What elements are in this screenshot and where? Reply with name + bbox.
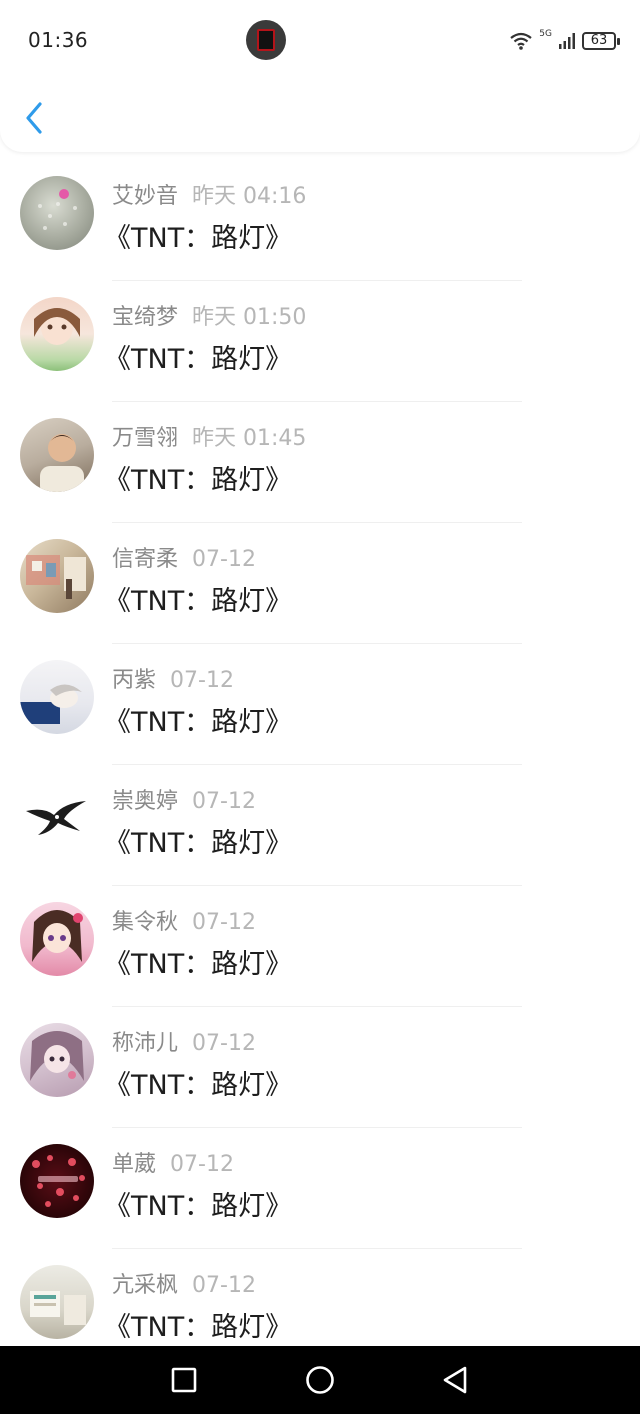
- avatar[interactable]: [20, 660, 94, 734]
- triangle-back-icon: [443, 1366, 467, 1394]
- message-time: 07-12: [192, 910, 256, 935]
- sender-name: 宝绮梦: [112, 305, 179, 330]
- message-title: 《TNT：路灯》: [104, 1070, 293, 1101]
- message-meta: 亢采枫 07-12: [112, 1267, 256, 1299]
- message-meta: 称沛儿 07-12: [112, 1025, 256, 1057]
- list-item[interactable]: 崇奥婷 07-12 《TNT：路灯》: [0, 765, 640, 886]
- message-time: 昨天 01:45: [192, 426, 307, 451]
- message-time: 07-12: [192, 789, 256, 814]
- avatar[interactable]: [20, 539, 94, 613]
- message-meta: 宝绮梦 昨天 01:50: [112, 299, 306, 331]
- message-title: 《TNT：路灯》: [104, 344, 293, 375]
- sender-name: 艾妙音: [112, 184, 179, 209]
- list-item[interactable]: 丙紫 07-12 《TNT：路灯》: [0, 644, 640, 765]
- battery-level: 63: [590, 33, 608, 48]
- camera-cutout: [246, 20, 286, 60]
- wifi-icon: [510, 32, 532, 50]
- message-title: 《TNT：路灯》: [104, 586, 293, 617]
- status-bar: 01:36 5G 63: [0, 0, 640, 80]
- message-meta: 艾妙音 昨天 04:16: [112, 178, 306, 210]
- home-button[interactable]: [300, 1360, 340, 1400]
- sender-name: 万雪翎: [112, 426, 179, 451]
- list-item[interactable]: 宝绮梦 昨天 01:50 《TNT：路灯》: [0, 281, 640, 402]
- swallow-icon: [26, 801, 86, 835]
- message-list: 艾妙音 昨天 04:16 《TNT：路灯》 宝绮梦 昨天 01:50 《TNT：路灯…: [0, 160, 640, 1370]
- avatar[interactable]: [20, 902, 94, 976]
- top-header: 01:36 5G 63: [0, 0, 640, 152]
- message-meta: 崇奥婷 07-12: [112, 783, 256, 815]
- recents-button[interactable]: [164, 1360, 204, 1400]
- sender-name: 称沛儿: [112, 1031, 179, 1056]
- message-meta: 集令秋 07-12: [112, 904, 256, 936]
- list-item[interactable]: 万雪翎 昨天 01:45 《TNT：路灯》: [0, 402, 640, 523]
- sender-name: 亢采枫: [112, 1273, 179, 1298]
- avatar[interactable]: [20, 781, 94, 855]
- chevron-left-icon: [26, 102, 42, 134]
- message-title: 《TNT：路灯》: [104, 465, 293, 496]
- message-title: 《TNT：路灯》: [104, 1312, 293, 1343]
- message-title: 《TNT：路灯》: [104, 828, 293, 859]
- list-item[interactable]: 艾妙音 昨天 04:16 《TNT：路灯》: [0, 160, 640, 281]
- avatar[interactable]: [20, 176, 94, 250]
- message-title: 《TNT：路灯》: [104, 1191, 293, 1222]
- message-time: 07-12: [192, 1273, 256, 1298]
- message-time: 昨天 01:50: [192, 305, 307, 330]
- network-label: 5G: [539, 29, 552, 39]
- message-meta: 丙紫 07-12: [112, 662, 234, 694]
- list-item[interactable]: 集令秋 07-12 《TNT：路灯》: [0, 886, 640, 1007]
- sender-name: 信寄柔: [112, 547, 179, 572]
- message-time: 07-12: [170, 668, 234, 693]
- list-item[interactable]: 单葳 07-12 《TNT：路灯》: [0, 1128, 640, 1249]
- circle-icon: [306, 1366, 334, 1394]
- avatar[interactable]: [20, 1023, 94, 1097]
- message-meta: 万雪翎 昨天 01:45: [112, 420, 306, 452]
- sender-name: 丙紫: [112, 668, 157, 693]
- message-meta: 单葳 07-12: [112, 1146, 234, 1178]
- message-time: 昨天 04:16: [192, 184, 307, 209]
- message-title: 《TNT：路灯》: [104, 949, 293, 980]
- sender-name: 集令秋: [112, 910, 179, 935]
- message-time: 07-12: [192, 1031, 256, 1056]
- back-nav-button[interactable]: [436, 1360, 476, 1400]
- avatar[interactable]: [20, 297, 94, 371]
- status-icons: 5G 63: [509, 28, 620, 54]
- message-time: 07-12: [192, 547, 256, 572]
- sender-name: 单葳: [112, 1152, 157, 1177]
- list-item[interactable]: 信寄柔 07-12 《TNT：路灯》: [0, 523, 640, 644]
- avatar[interactable]: [20, 1265, 94, 1339]
- back-button[interactable]: [20, 100, 50, 136]
- message-meta: 信寄柔 07-12: [112, 541, 256, 573]
- square-icon: [171, 1367, 197, 1393]
- battery-icon: 63: [582, 32, 620, 50]
- message-title: 《TNT：路灯》: [104, 223, 293, 254]
- navigation-bar: [0, 1346, 640, 1414]
- avatar[interactable]: [20, 418, 94, 492]
- message-title: 《TNT：路灯》: [104, 707, 293, 738]
- message-time: 07-12: [170, 1152, 234, 1177]
- list-item[interactable]: 称沛儿 07-12 《TNT：路灯》: [0, 1007, 640, 1128]
- signal-icon: [559, 33, 575, 49]
- status-time: 01:36: [28, 28, 89, 52]
- avatar[interactable]: [20, 1144, 94, 1218]
- sender-name: 崇奥婷: [112, 789, 179, 814]
